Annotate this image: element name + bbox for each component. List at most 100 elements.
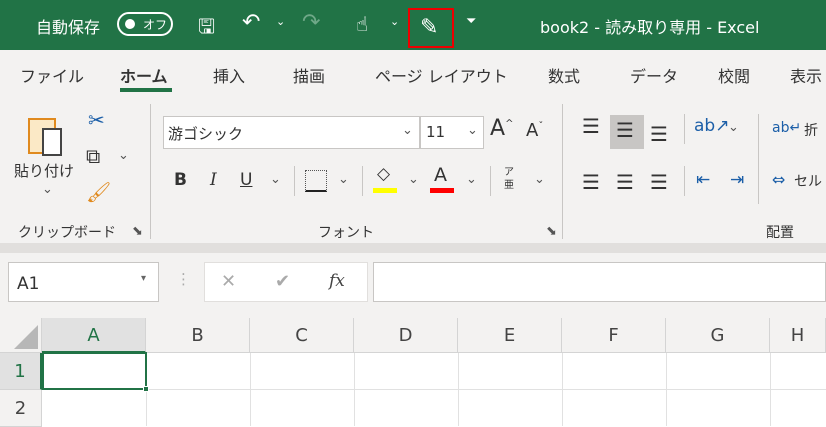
fill-color-swatch: [373, 188, 397, 193]
cancel-icon: ✕: [221, 271, 237, 292]
tab-insert[interactable]: 挿入: [213, 63, 245, 87]
fill-dropdown-icon[interactable]: ⌄: [408, 172, 419, 187]
customize-toolbar-icon[interactable]: ⏷: [466, 14, 476, 29]
tab-data[interactable]: データ: [630, 63, 678, 87]
column-header-e[interactable]: E: [458, 318, 562, 353]
column-header-a[interactable]: A: [42, 318, 146, 353]
alignment-group-label: 配置: [766, 225, 794, 241]
autosave-state: オフ: [143, 18, 168, 32]
divider: [684, 166, 685, 196]
name-box-value: A1: [17, 274, 40, 294]
tab-review[interactable]: 校閲: [718, 63, 750, 87]
window-title: book2 - 読み取り専用 - Excel: [540, 18, 760, 37]
divider: [490, 166, 491, 196]
draw-pen-button[interactable]: ✎: [408, 8, 454, 48]
decrease-font-icon[interactable]: Aˇ: [526, 120, 543, 141]
font-size-select[interactable]: 11 ⌄: [420, 116, 484, 149]
italic-button[interactable]: I: [210, 170, 217, 190]
wrap-text-icon[interactable]: ab↵: [772, 120, 801, 136]
align-left-icon[interactable]: ☰: [582, 170, 600, 194]
chevron-down-icon: ▾: [141, 273, 147, 284]
decrease-indent-icon[interactable]: ⇤: [696, 170, 710, 190]
row-header-1[interactable]: 1: [0, 353, 42, 390]
title-bar: 自動保存 オフ 🖫 ↶ ⌄ ↷ ☝ ⌄ ✎ ⏷ book2 - 読み取り専用 -…: [0, 0, 826, 50]
grip-icon[interactable]: ⋮: [176, 270, 191, 288]
divider: [684, 114, 685, 144]
fill-color-icon[interactable]: ◇: [377, 164, 390, 184]
merge-label[interactable]: セル: [794, 171, 822, 191]
underline-button[interactable]: U: [240, 170, 252, 190]
bold-button[interactable]: B: [174, 170, 187, 190]
increase-indent-icon[interactable]: ⇥: [730, 170, 744, 190]
ribbon-shadow: [0, 243, 826, 253]
autosave-toggle[interactable]: オフ: [117, 12, 173, 36]
font-group-label: フォント: [318, 225, 374, 241]
merge-center-icon[interactable]: ⇔: [772, 170, 785, 189]
font-color-icon[interactable]: A: [434, 164, 447, 186]
paste-icon[interactable]: [28, 112, 70, 160]
tab-formulas[interactable]: 数式: [548, 63, 580, 87]
ribbon-tabs: ファイル ホーム 挿入 描画 ページ レイアウト 数式 データ 校閲 表示: [0, 50, 826, 100]
column-header-b[interactable]: B: [146, 318, 250, 353]
divider: [150, 104, 151, 239]
tab-page-layout[interactable]: ページ レイアウト: [375, 63, 508, 87]
divider: [362, 166, 363, 196]
column-header-c[interactable]: C: [250, 318, 354, 353]
orientation-icon[interactable]: ab↗: [694, 116, 729, 136]
furigana-icon[interactable]: ア亜: [504, 166, 516, 192]
paste-label[interactable]: 貼り付け: [14, 160, 74, 181]
column-header-g[interactable]: G: [666, 318, 770, 353]
align-right-icon[interactable]: ☰: [650, 170, 668, 194]
divider: [562, 104, 563, 239]
tab-file[interactable]: ファイル: [20, 63, 84, 87]
select-all-button[interactable]: [0, 318, 42, 353]
copy-icon[interactable]: ⧉: [86, 144, 100, 168]
column-header-h[interactable]: H: [770, 318, 826, 353]
format-painter-icon[interactable]: 🖌: [86, 180, 111, 204]
tab-draw[interactable]: 描画: [293, 63, 325, 87]
ribbon: 貼り付け ⌄ ✂ ⧉ ⌄ 🖌 クリップボード ⬊ 游ゴシック ⌄ 11 ⌄ A^…: [0, 100, 826, 243]
gridline: [42, 389, 826, 390]
row-header-2[interactable]: 2: [0, 390, 42, 427]
formula-bar-area: A1 ▾ ⋮ ✕ ✔ fx: [0, 253, 826, 318]
touch-mode-icon[interactable]: ☝: [356, 12, 368, 36]
tab-view[interactable]: 表示: [790, 63, 822, 87]
undo-icon[interactable]: ↶: [242, 10, 260, 35]
furigana-dropdown-icon[interactable]: ⌄: [534, 172, 545, 187]
insert-function-button[interactable]: fx: [329, 271, 345, 291]
underline-dropdown-icon[interactable]: ⌄: [270, 172, 281, 187]
align-bottom-icon[interactable]: ☰: [650, 122, 668, 146]
column-header-f[interactable]: F: [562, 318, 666, 353]
formula-input[interactable]: [373, 262, 826, 302]
column-header-d[interactable]: D: [354, 318, 458, 353]
selected-cell-a1[interactable]: [42, 352, 147, 390]
font-name-select[interactable]: 游ゴシック ⌄: [163, 116, 420, 149]
increase-font-icon[interactable]: A^: [490, 116, 513, 141]
chevron-down-icon: ⌄: [467, 123, 478, 138]
undo-dropdown-icon[interactable]: ⌄: [276, 15, 285, 28]
save-icon[interactable]: 🖫: [198, 12, 215, 46]
borders-dropdown-icon[interactable]: ⌄: [338, 172, 349, 187]
font-color-dropdown-icon[interactable]: ⌄: [466, 172, 477, 187]
divider: [294, 166, 295, 196]
align-center-icon[interactable]: ☰: [616, 170, 634, 194]
touch-dropdown-icon[interactable]: ⌄: [390, 15, 399, 28]
wrap-text-label[interactable]: 折: [804, 120, 818, 140]
copy-dropdown-icon[interactable]: ⌄: [118, 148, 129, 163]
align-top-icon[interactable]: ☰: [582, 114, 600, 138]
font-launcher-icon[interactable]: ⬊: [546, 224, 557, 239]
borders-icon[interactable]: [305, 170, 327, 192]
tab-home[interactable]: ホーム: [120, 63, 168, 87]
clipboard-group-label: クリップボード: [18, 225, 116, 241]
fill-handle[interactable]: [143, 386, 149, 392]
align-middle-button[interactable]: ☰: [610, 115, 644, 149]
name-box[interactable]: A1 ▾: [8, 262, 159, 302]
toggle-knob: [125, 19, 135, 29]
cut-icon[interactable]: ✂: [88, 108, 105, 132]
active-tab-underline: [120, 88, 172, 92]
redo-icon: ↷: [302, 10, 321, 35]
paste-dropdown-icon[interactable]: ⌄: [42, 182, 53, 197]
clipboard-launcher-icon[interactable]: ⬊: [132, 224, 143, 239]
orientation-dropdown-icon[interactable]: ⌄: [728, 120, 739, 135]
chevron-down-icon: ⌄: [402, 123, 413, 138]
